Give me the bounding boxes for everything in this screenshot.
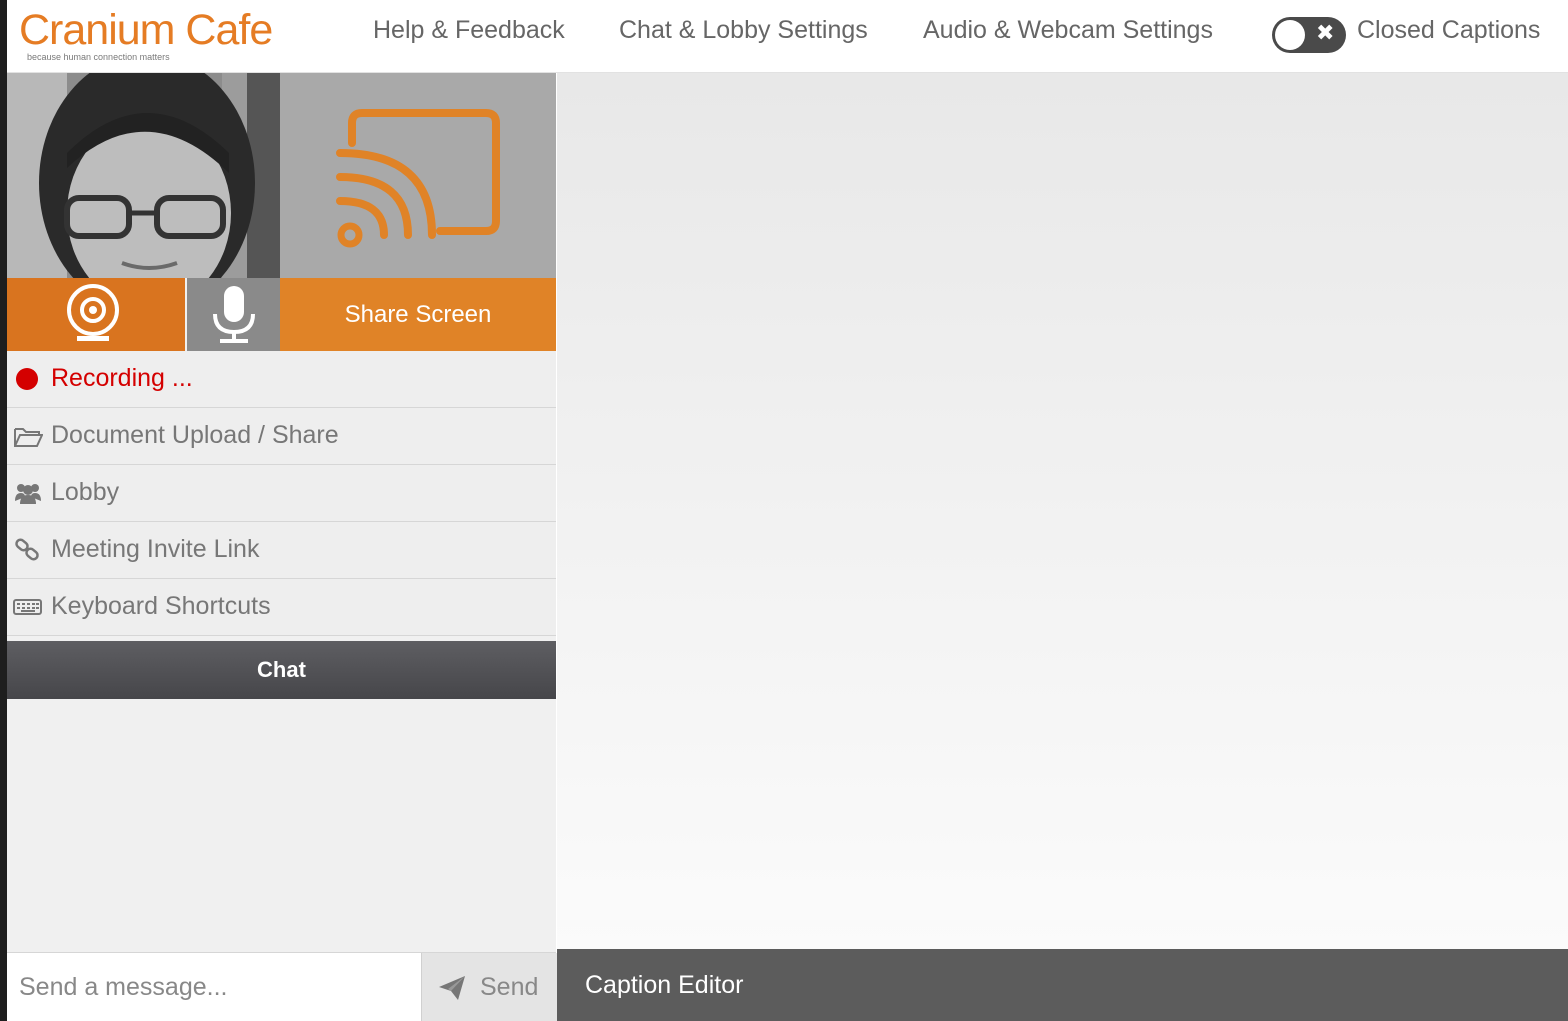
webcam-toggle-button[interactable] [7,278,185,351]
recording-status[interactable]: Recording ... [7,351,556,408]
meeting-invite-link-label: Meeting Invite Link [51,535,260,563]
closed-captions-label: Closed Captions [1357,16,1541,44]
microphone-icon [213,286,255,343]
chat-messages-area [7,699,556,952]
logo-text: Cranium Cafe [19,6,273,54]
sidebar-item-meeting-invite-link[interactable]: Meeting Invite Link [7,522,556,579]
closed-captions-toggle[interactable]: ✖ [1272,17,1346,53]
toggle-knob [1275,20,1305,50]
cast-icon [336,109,500,248]
webcam-icon [67,284,119,341]
link-icon [15,538,39,561]
keyboard-shortcuts-label: Keyboard Shortcuts [51,592,271,620]
microphone-toggle-button[interactable] [187,278,280,351]
top-bar: Cranium Cafe because human connection ma… [7,0,1568,73]
media-controls: Share Screen [7,278,556,351]
lobby-label: Lobby [51,478,120,506]
left-panel: Share Screen Recording ... Document Uplo… [7,73,557,1021]
caption-editor-label: Caption Editor [585,971,744,999]
send-button[interactable]: Send [421,953,557,1021]
sidebar-item-document-upload[interactable]: Document Upload / Share [7,408,556,465]
paper-plane-icon [439,976,465,1000]
recording-label: Recording ... [51,364,193,392]
recording-dot-icon [16,368,38,390]
chat-header: Chat [7,641,556,699]
sidebar-item-keyboard-shortcuts[interactable]: Keyboard Shortcuts [7,579,556,636]
main-stage [557,73,1568,949]
screen-share-tile[interactable] [280,73,556,278]
participant-video [7,73,280,278]
caption-editor-bar[interactable]: Caption Editor [557,949,1568,1021]
cranium-cafe-logo[interactable]: Cranium Cafe because human connection ma… [19,6,273,62]
users-icon [15,484,41,504]
message-input[interactable] [7,953,421,1021]
folder-open-icon [14,428,43,447]
chat-lobby-settings-link[interactable]: Chat & Lobby Settings [619,16,868,45]
document-upload-label: Document Upload / Share [51,421,339,449]
share-screen-button[interactable]: Share Screen [280,278,556,351]
chat-input-row: Send [7,952,557,1021]
webcam-video-feed [7,73,280,278]
help-feedback-link[interactable]: Help & Feedback [373,16,565,45]
app-window: Cranium Cafe because human connection ma… [7,0,1568,1021]
send-label: Send [480,973,539,1001]
sidebar-menu: Recording ... Document Upload / Share Lo… [7,351,556,636]
keyboard-icon [13,599,42,615]
close-icon: ✖ [1316,21,1335,46]
sidebar-item-lobby[interactable]: Lobby [7,465,556,522]
audio-webcam-settings-link[interactable]: Audio & Webcam Settings [923,16,1213,45]
